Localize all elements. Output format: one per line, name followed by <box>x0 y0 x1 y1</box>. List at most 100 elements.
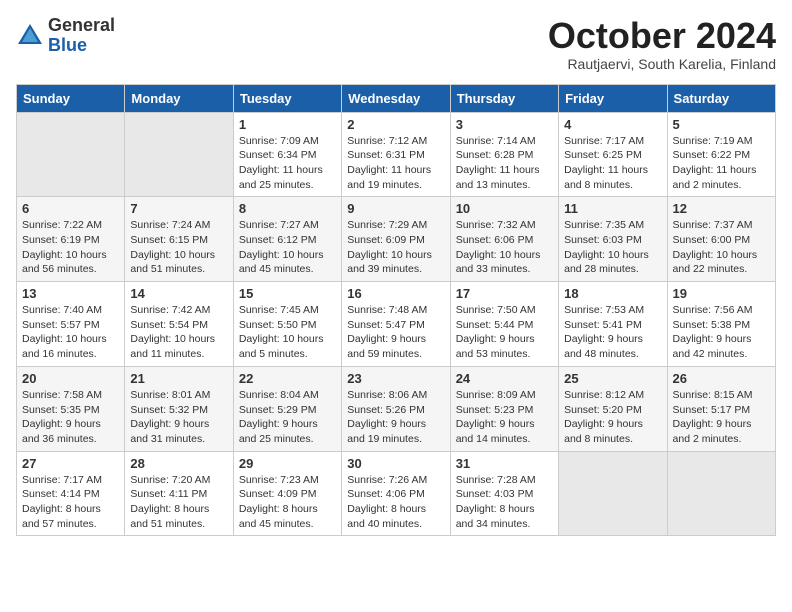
calendar-day-cell: 26 Sunrise: 8:15 AMSunset: 5:17 PMDayligh… <box>667 366 775 451</box>
day-number: 30 <box>347 456 444 471</box>
day-number: 16 <box>347 286 444 301</box>
day-number: 17 <box>456 286 553 301</box>
day-info: Sunrise: 7:53 AMSunset: 5:41 PMDaylight:… <box>564 303 661 362</box>
day-info: Sunrise: 7:40 AMSunset: 5:57 PMDaylight:… <box>22 303 119 362</box>
calendar-day-cell <box>667 451 775 536</box>
calendar-day-cell: 4 Sunrise: 7:17 AMSunset: 6:25 PMDaylight… <box>559 112 667 197</box>
day-number: 5 <box>673 117 770 132</box>
calendar-day-cell <box>125 112 233 197</box>
calendar-day-cell: 29Sunrise: 7:23 AMSunset: 4:09 PMDayligh… <box>233 451 341 536</box>
day-info: Sunrise: 7:42 AMSunset: 5:54 PMDaylight:… <box>130 303 227 362</box>
day-info: Sunrise: 7:20 AMSunset: 4:11 PMDaylight:… <box>130 473 227 532</box>
calendar-day-cell: 23Sunrise: 8:06 AMSunset: 5:26 PMDayligh… <box>342 366 450 451</box>
day-number: 11 <box>564 201 661 216</box>
calendar-day-cell: 6 Sunrise: 7:22 AMSunset: 6:19 PMDaylight… <box>17 197 125 282</box>
calendar-day-cell: 16 Sunrise: 7:48 AMSunset: 5:47 PMDayligh… <box>342 282 450 367</box>
day-number: 9 <box>347 201 444 216</box>
day-number: 12 <box>673 201 770 216</box>
day-info: Sunrise: 7:22 AMSunset: 6:19 PMDaylight:… <box>22 218 119 277</box>
day-info: Sunrise: 7:09 AMSunset: 6:34 PMDaylight:… <box>239 134 336 193</box>
day-number: 19 <box>673 286 770 301</box>
day-info: Sunrise: 7:27 AMSunset: 6:12 PMDaylight:… <box>239 218 336 277</box>
logo-icon <box>16 22 44 50</box>
day-info: Sunrise: 7:48 AMSunset: 5:47 PMDaylight:… <box>347 303 444 362</box>
calendar-week-row: 13 Sunrise: 7:40 AMSunset: 5:57 PMDayligh… <box>17 282 776 367</box>
day-info: Sunrise: 7:58 AMSunset: 5:35 PMDaylight:… <box>22 388 119 447</box>
day-number: 8 <box>239 201 336 216</box>
day-number: 14 <box>130 286 227 301</box>
weekday-header: Saturday <box>667 84 775 112</box>
day-number: 7 <box>130 201 227 216</box>
day-info: Sunrise: 8:15 AMSunset: 5:17 PMDaylight:… <box>673 388 770 447</box>
calendar-day-cell: 7 Sunrise: 7:24 AMSunset: 6:15 PMDaylight… <box>125 197 233 282</box>
calendar-day-cell: 27Sunrise: 7:17 AMSunset: 4:14 PMDayligh… <box>17 451 125 536</box>
day-number: 20 <box>22 371 119 386</box>
month-title: October 2024 <box>548 16 776 56</box>
calendar-day-cell: 20 Sunrise: 7:58 AMSunset: 5:35 PMDayligh… <box>17 366 125 451</box>
calendar-day-cell: 25 Sunrise: 8:12 AMSunset: 5:20 PMDayligh… <box>559 366 667 451</box>
day-info: Sunrise: 7:29 AMSunset: 6:09 PMDaylight:… <box>347 218 444 277</box>
day-number: 13 <box>22 286 119 301</box>
day-number: 22 <box>239 371 336 386</box>
calendar-day-cell: 31Sunrise: 7:28 AMSunset: 4:03 PMDayligh… <box>450 451 558 536</box>
day-number: 21 <box>130 371 227 386</box>
day-info: Sunrise: 7:14 AMSunset: 6:28 PMDaylight:… <box>456 134 553 193</box>
day-info: Sunrise: 7:37 AMSunset: 6:00 PMDaylight:… <box>673 218 770 277</box>
calendar-day-cell: 8 Sunrise: 7:27 AMSunset: 6:12 PMDaylight… <box>233 197 341 282</box>
calendar-day-cell: 10Sunrise: 7:32 AMSunset: 6:06 PMDayligh… <box>450 197 558 282</box>
calendar-day-cell: 21 Sunrise: 8:01 AMSunset: 5:32 PMDayligh… <box>125 366 233 451</box>
weekday-header: Wednesday <box>342 84 450 112</box>
calendar-day-cell: 18 Sunrise: 7:53 AMSunset: 5:41 PMDayligh… <box>559 282 667 367</box>
day-info: Sunrise: 8:12 AMSunset: 5:20 PMDaylight:… <box>564 388 661 447</box>
calendar-day-cell: 17 Sunrise: 7:50 AMSunset: 5:44 PMDayligh… <box>450 282 558 367</box>
calendar-day-cell: 13 Sunrise: 7:40 AMSunset: 5:57 PMDayligh… <box>17 282 125 367</box>
day-info: Sunrise: 8:09 AMSunset: 5:23 PMDaylight:… <box>456 388 553 447</box>
day-info: Sunrise: 7:12 AMSunset: 6:31 PMDaylight:… <box>347 134 444 193</box>
calendar-day-cell: 28 Sunrise: 7:20 AMSunset: 4:11 PMDayligh… <box>125 451 233 536</box>
day-number: 6 <box>22 201 119 216</box>
day-number: 4 <box>564 117 661 132</box>
day-info: Sunrise: 8:01 AMSunset: 5:32 PMDaylight:… <box>130 388 227 447</box>
calendar-day-cell <box>559 451 667 536</box>
weekday-header: Friday <box>559 84 667 112</box>
day-number: 15 <box>239 286 336 301</box>
calendar-day-cell: 22Sunrise: 8:04 AMSunset: 5:29 PMDayligh… <box>233 366 341 451</box>
calendar-day-cell: 2 Sunrise: 7:12 AMSunset: 6:31 PMDaylight… <box>342 112 450 197</box>
weekday-header: Thursday <box>450 84 558 112</box>
calendar-day-cell <box>17 112 125 197</box>
day-number: 29 <box>239 456 336 471</box>
calendar-week-row: 6 Sunrise: 7:22 AMSunset: 6:19 PMDaylight… <box>17 197 776 282</box>
day-info: Sunrise: 7:56 AMSunset: 5:38 PMDaylight:… <box>673 303 770 362</box>
day-info: Sunrise: 7:17 AMSunset: 6:25 PMDaylight:… <box>564 134 661 193</box>
day-number: 2 <box>347 117 444 132</box>
calendar-day-cell: 24 Sunrise: 8:09 AMSunset: 5:23 PMDayligh… <box>450 366 558 451</box>
day-info: Sunrise: 7:50 AMSunset: 5:44 PMDaylight:… <box>456 303 553 362</box>
calendar-day-cell: 19 Sunrise: 7:56 AMSunset: 5:38 PMDayligh… <box>667 282 775 367</box>
day-number: 18 <box>564 286 661 301</box>
logo-text: General Blue <box>48 16 115 56</box>
day-info: Sunrise: 7:28 AMSunset: 4:03 PMDaylight:… <box>456 473 553 532</box>
day-number: 26 <box>673 371 770 386</box>
calendar-day-cell: 5Sunrise: 7:19 AMSunset: 6:22 PMDaylight… <box>667 112 775 197</box>
day-info: Sunrise: 7:45 AMSunset: 5:50 PMDaylight:… <box>239 303 336 362</box>
weekday-header: Tuesday <box>233 84 341 112</box>
day-info: Sunrise: 7:32 AMSunset: 6:06 PMDaylight:… <box>456 218 553 277</box>
calendar-day-cell: 1Sunrise: 7:09 AMSunset: 6:34 PMDaylight… <box>233 112 341 197</box>
calendar-day-cell: 11 Sunrise: 7:35 AMSunset: 6:03 PMDayligh… <box>559 197 667 282</box>
calendar-day-cell: 30Sunrise: 7:26 AMSunset: 4:06 PMDayligh… <box>342 451 450 536</box>
page-header: General Blue October 2024 Rautjaervi, So… <box>16 16 776 72</box>
day-number: 28 <box>130 456 227 471</box>
location-subtitle: Rautjaervi, South Karelia, Finland <box>548 56 776 72</box>
day-number: 25 <box>564 371 661 386</box>
day-number: 24 <box>456 371 553 386</box>
calendar-day-cell: 12 Sunrise: 7:37 AMSunset: 6:00 PMDayligh… <box>667 197 775 282</box>
calendar-day-cell: 14 Sunrise: 7:42 AMSunset: 5:54 PMDayligh… <box>125 282 233 367</box>
day-info: Sunrise: 7:24 AMSunset: 6:15 PMDaylight:… <box>130 218 227 277</box>
calendar-table: SundayMondayTuesdayWednesdayThursdayFrid… <box>16 84 776 537</box>
day-info: Sunrise: 7:35 AMSunset: 6:03 PMDaylight:… <box>564 218 661 277</box>
calendar-week-row: 20 Sunrise: 7:58 AMSunset: 5:35 PMDayligh… <box>17 366 776 451</box>
day-info: Sunrise: 8:06 AMSunset: 5:26 PMDaylight:… <box>347 388 444 447</box>
calendar-day-cell: 15 Sunrise: 7:45 AMSunset: 5:50 PMDayligh… <box>233 282 341 367</box>
weekday-header: Monday <box>125 84 233 112</box>
calendar-day-cell: 3Sunrise: 7:14 AMSunset: 6:28 PMDaylight… <box>450 112 558 197</box>
